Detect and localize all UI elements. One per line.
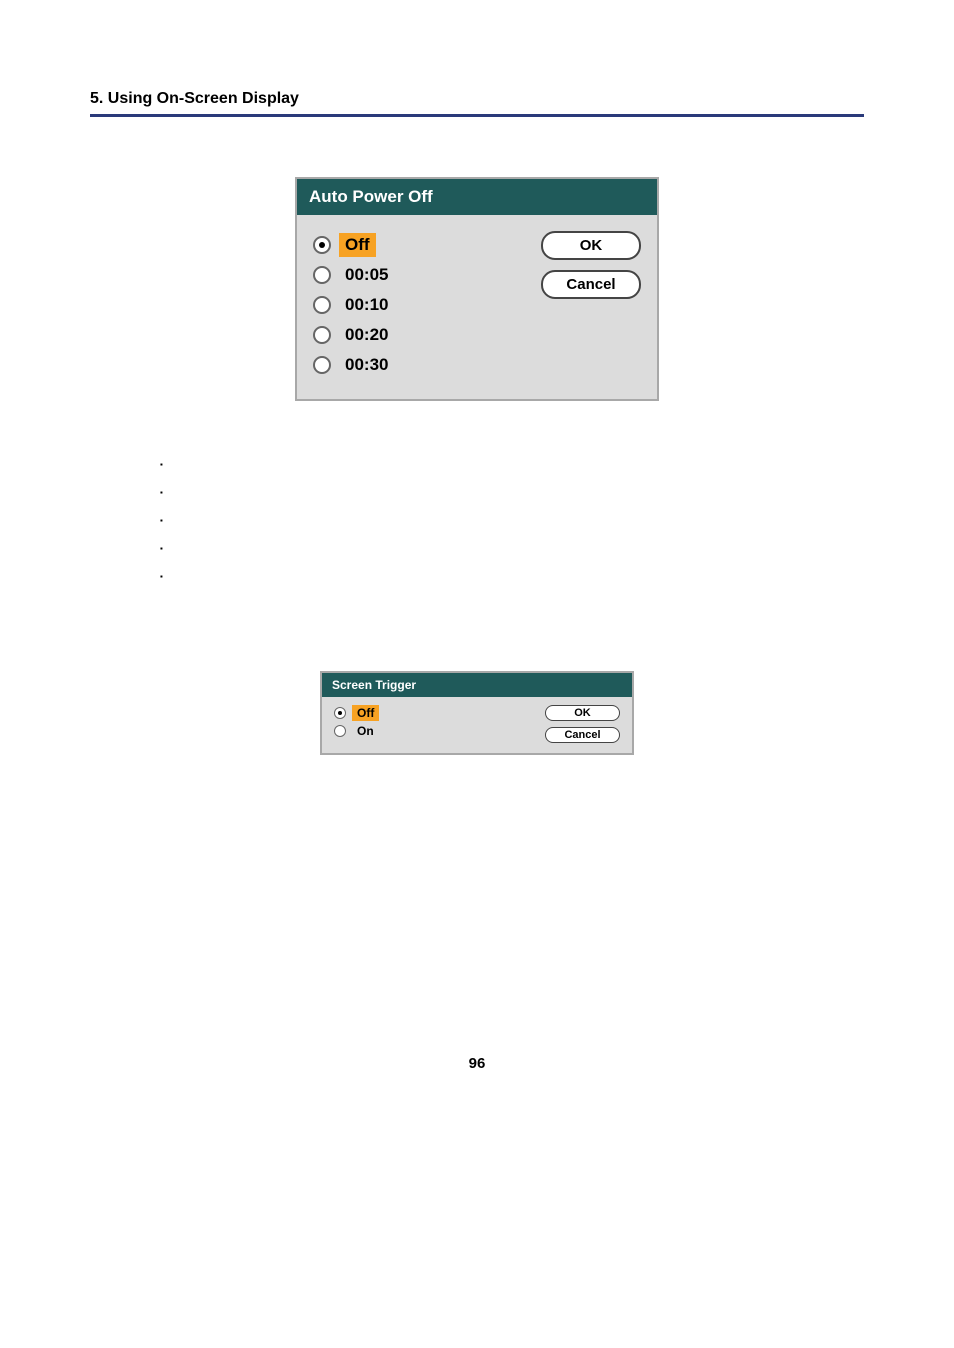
- list-item: [160, 507, 864, 535]
- radio-group-screen-trigger: Off On: [334, 703, 545, 743]
- radio-option-0010[interactable]: 00:10: [313, 293, 541, 317]
- radio-group-auto-power-off: Off 00:05 00:10 00:20: [313, 227, 541, 383]
- radio-icon: [313, 266, 331, 284]
- bullet-list: [160, 451, 864, 591]
- radio-icon: [313, 356, 331, 374]
- radio-option-0020[interactable]: 00:20: [313, 323, 541, 347]
- list-item: [160, 563, 864, 591]
- radio-icon: [313, 296, 331, 314]
- dialog-title: Auto Power Off: [297, 179, 657, 215]
- list-item: [160, 479, 864, 507]
- radio-label: On: [352, 723, 379, 739]
- radio-option-off[interactable]: Off: [313, 233, 541, 257]
- cancel-button[interactable]: Cancel: [541, 270, 641, 299]
- radio-option-0005[interactable]: 00:05: [313, 263, 541, 287]
- auto-power-off-dialog: Auto Power Off Off 00:05 00:10: [295, 177, 659, 401]
- radio-label: 00:05: [339, 263, 394, 287]
- radio-label: Off: [352, 705, 379, 721]
- radio-icon: [334, 707, 346, 719]
- radio-icon: [313, 236, 331, 254]
- dialog-title: Screen Trigger: [322, 673, 632, 697]
- page-number: 96: [90, 1055, 864, 1072]
- ok-button[interactable]: OK: [545, 705, 620, 721]
- list-item: [160, 451, 864, 479]
- section-title: 5. Using On-Screen Display: [90, 90, 864, 114]
- radio-option-0030[interactable]: 00:30: [313, 353, 541, 377]
- radio-label: 00:30: [339, 353, 394, 377]
- radio-icon: [334, 725, 346, 737]
- ok-button[interactable]: OK: [541, 231, 641, 260]
- radio-label: 00:10: [339, 293, 394, 317]
- radio-label: 00:20: [339, 323, 394, 347]
- radio-option-off[interactable]: Off: [334, 705, 545, 721]
- list-item: [160, 535, 864, 563]
- radio-label: Off: [339, 233, 376, 257]
- radio-option-on[interactable]: On: [334, 723, 545, 739]
- cancel-button[interactable]: Cancel: [545, 727, 620, 743]
- section-rule: [90, 114, 864, 117]
- screen-trigger-dialog: Screen Trigger Off On OK Cancel: [320, 671, 634, 755]
- radio-icon: [313, 326, 331, 344]
